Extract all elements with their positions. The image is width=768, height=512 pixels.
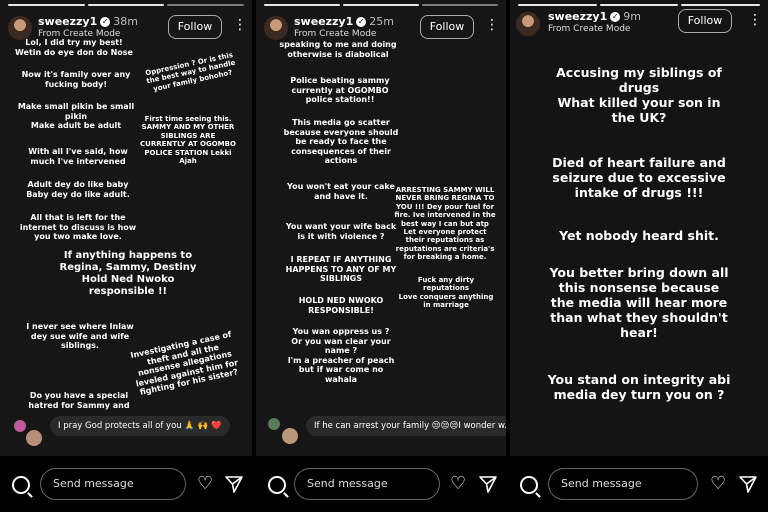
username[interactable]: sweezzy1 [548, 10, 607, 23]
commenter-avatar [268, 418, 280, 430]
follow-button[interactable]: Follow [168, 15, 222, 39]
timestamp: 9m [623, 10, 641, 23]
avatar[interactable] [8, 16, 32, 40]
story-text: speaking to me and doing otherwise is di… [279, 40, 397, 59]
story-comment[interactable]: If he can arrest your family 😒😒😒I wonder… [306, 416, 506, 436]
commenter-avatar [282, 428, 298, 444]
source-label: From Create Mode [294, 29, 377, 39]
send-icon[interactable] [224, 474, 244, 494]
story-text: All that is left for the internet to dis… [19, 213, 137, 242]
story-progress [518, 4, 761, 6]
story-comment[interactable]: I pray God protects all of you 🙏 🙌 ❤️ [50, 416, 230, 436]
story-text: Make small pikin be small pikin Make adu… [17, 102, 135, 131]
story-text: Fuck any dirty reputations Love conquers… [398, 276, 494, 310]
follow-button[interactable]: Follow [678, 9, 732, 33]
story-text: With all I've said, how much I've interv… [28, 147, 128, 166]
story-text: Died of heart failure and seizure due to… [552, 155, 726, 200]
username[interactable]: sweezzy1 [38, 15, 97, 28]
avatar[interactable] [516, 12, 540, 36]
story-text: ARRESTING SAMMY WILL NEVER BRING REGINA … [394, 186, 496, 262]
story-text: I never see where Inlaw dey sue wife and… [26, 322, 134, 351]
story-text: Yet nobody heard shit. [559, 228, 719, 243]
story-text: Police beating sammy currently at OGOMBO… [290, 76, 390, 105]
story-header[interactable]: sweezzy1 ✓ 25m [294, 15, 394, 28]
story-text: Adult dey do like baby Baby dey do like … [26, 180, 130, 199]
commenter-avatar [26, 430, 42, 446]
message-input[interactable]: Send message [294, 468, 440, 500]
verified-icon: ✓ [610, 12, 621, 22]
more-options-icon[interactable]: ⋮ [233, 17, 247, 33]
more-options-icon[interactable]: ⋮ [485, 17, 499, 33]
story-text: You stand on integrity abi media dey tur… [547, 372, 731, 402]
source-label: From Create Mode [548, 24, 631, 34]
reply-bar: Send message ♡ [256, 456, 506, 512]
story-text: If anything happens to Regina, Sammy, De… [59, 250, 197, 297]
heart-icon[interactable]: ♡ [710, 474, 726, 494]
more-options-icon[interactable]: ⋮ [748, 12, 762, 28]
story-text: Now it's family over any fucking body! [21, 70, 131, 89]
commenter-avatar [14, 420, 26, 432]
story-progress [264, 4, 498, 6]
story-text: Oppression ? Or is this the best way to … [144, 50, 237, 93]
username[interactable]: sweezzy1 [294, 15, 353, 28]
story-header[interactable]: sweezzy1 ✓ 38m [38, 15, 138, 28]
heart-icon[interactable]: ♡ [197, 474, 213, 494]
verified-icon: ✓ [356, 17, 367, 27]
story-text: Lol, I did try my best! Wetin do eye don… [15, 38, 133, 57]
story-panel-1[interactable]: sweezzy1 ✓ 38m From Create Mode Follow ⋮ L… [0, 0, 252, 512]
story-panel-3[interactable]: sweezzy1 ✓ 9m From Create Mode Follow ⋮ Ac… [510, 0, 768, 512]
send-icon[interactable] [738, 474, 758, 494]
camera-icon[interactable] [268, 476, 286, 494]
story-text: Accusing my siblings of drugs What kille… [556, 65, 722, 125]
camera-icon[interactable] [520, 476, 538, 494]
verified-icon: ✓ [100, 17, 111, 27]
camera-icon[interactable] [12, 476, 30, 494]
story-text: You wan oppress us ? Or you wan clear yo… [287, 327, 395, 384]
message-input[interactable]: Send message [40, 468, 186, 500]
reply-bar: Send message ♡ [0, 456, 252, 512]
story-header[interactable]: sweezzy1 ✓ 9m [548, 10, 641, 23]
story-text: HOLD NED NWOKO RESPONSIBLE! [298, 296, 384, 315]
follow-button[interactable]: Follow [420, 15, 474, 39]
story-text: First time seeing this. SAMMY AND MY OTH… [140, 115, 236, 165]
avatar[interactable] [264, 16, 288, 40]
send-icon[interactable] [478, 474, 498, 494]
story-progress [8, 4, 245, 6]
story-text: You better bring down all this nonsense … [549, 265, 729, 340]
heart-icon[interactable]: ♡ [450, 474, 466, 494]
story-text: This media go scatter because everyone s… [283, 118, 399, 166]
reply-bar: Send message ♡ [510, 456, 768, 512]
message-input[interactable]: Send message [548, 468, 698, 500]
story-panel-2[interactable]: sweezzy1 ✓ 25m From Create Mode Follow ⋮ s… [256, 0, 506, 512]
timestamp: 25m [369, 15, 394, 28]
timestamp: 38m [113, 15, 138, 28]
